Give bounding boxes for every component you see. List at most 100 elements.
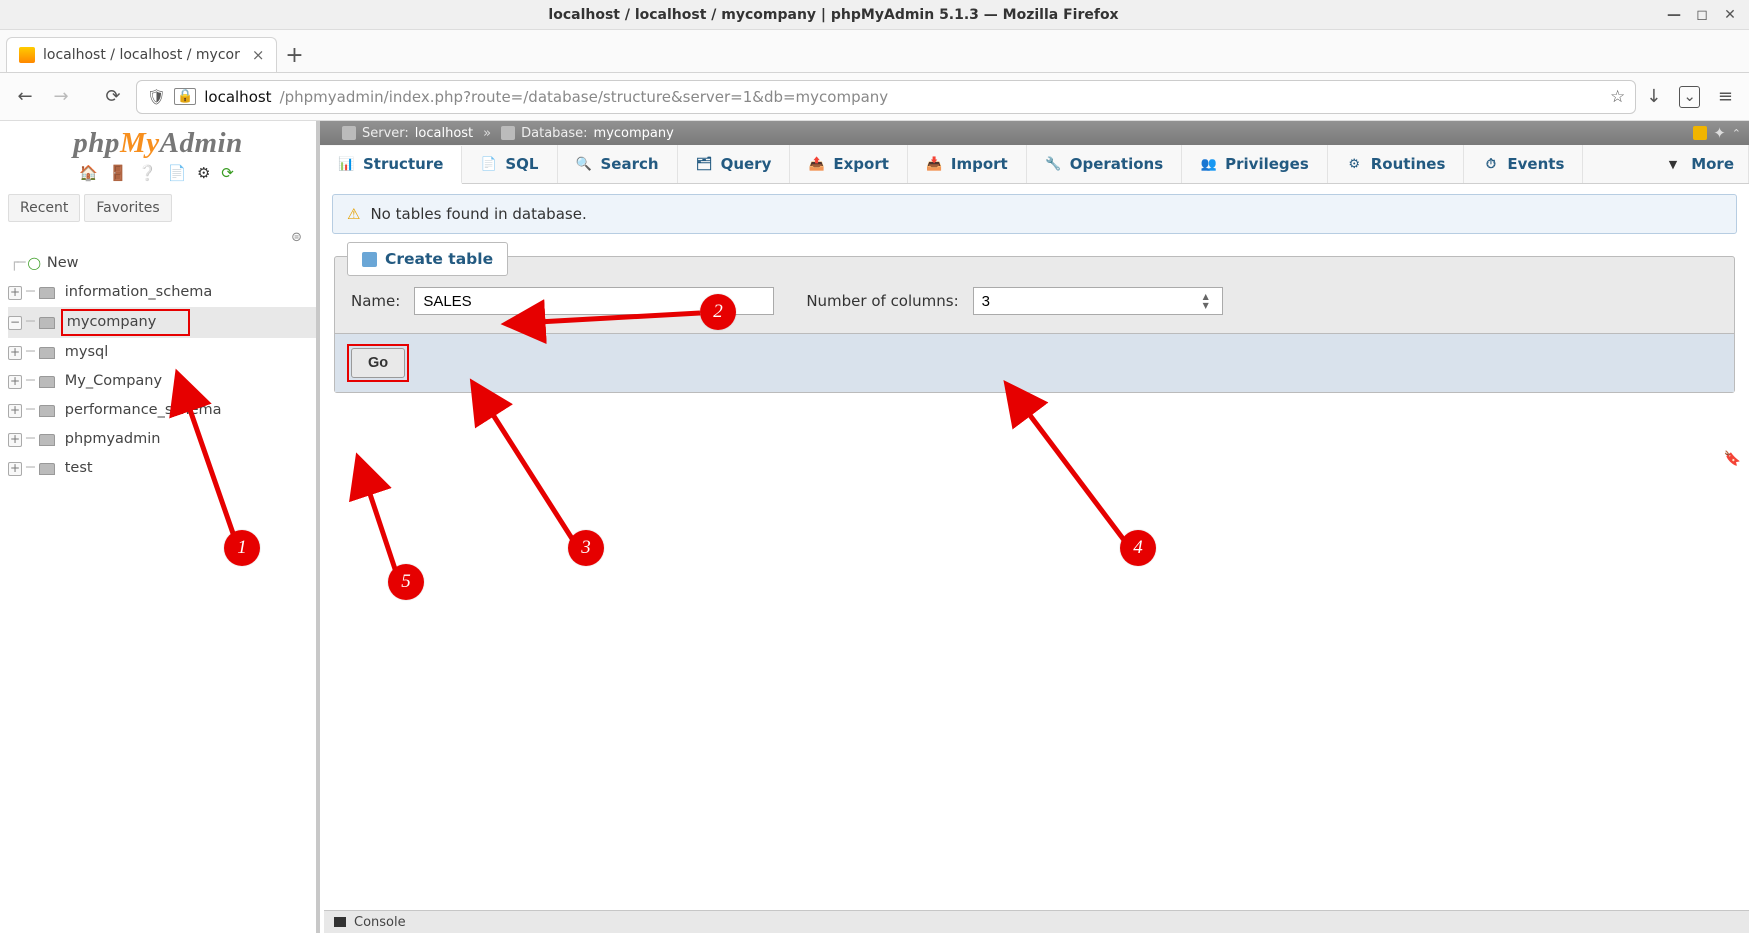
page-settings-icon[interactable]: ✦ xyxy=(1713,124,1726,142)
more-triangle-icon: ▼ xyxy=(1669,158,1677,171)
reload-nav-icon[interactable]: ⟳ xyxy=(221,164,237,182)
database-icon xyxy=(39,434,55,446)
go-button[interactable]: Go xyxy=(351,348,405,378)
browser-tab[interactable]: localhost / localhost / mycor × xyxy=(6,37,277,72)
os-titlebar: localhost / localhost / mycompany | phpM… xyxy=(0,0,1749,30)
expand-toggle[interactable]: + xyxy=(8,375,22,389)
tab-query[interactable]: 🗂Query xyxy=(678,145,791,183)
database-icon xyxy=(39,347,55,359)
lock-icon[interactable] xyxy=(1693,126,1707,140)
database-label: Database: xyxy=(521,126,587,141)
table-name-input[interactable] xyxy=(414,287,774,315)
console-icon xyxy=(334,917,346,927)
collapse-toggle[interactable]: − xyxy=(8,316,22,330)
collapse-tree-icon[interactable]: ⊜ xyxy=(0,226,316,247)
pma-console[interactable]: Console xyxy=(324,910,1749,933)
sql-icon[interactable]: 📄 xyxy=(168,164,190,182)
db-tree: ┌─ ◯ New + ─ information_schema − ─ myco… xyxy=(0,247,316,483)
columns-label: Number of columns: xyxy=(806,292,958,310)
database-icon xyxy=(39,405,55,417)
home-icon[interactable]: 🏠 xyxy=(79,164,101,182)
new-tab-button[interactable]: + xyxy=(277,38,311,72)
tree-db-test[interactable]: + ─ test xyxy=(8,454,316,483)
tab-more[interactable]: ▼More xyxy=(1655,145,1749,183)
tree-db-my_company[interactable]: + ─ My_Company xyxy=(8,367,316,396)
no-tables-notice: ⚠ No tables found in database. xyxy=(332,194,1737,234)
structure-icon: 📊 xyxy=(338,156,355,173)
database-link[interactable]: mycompany xyxy=(594,126,674,141)
tab-routines[interactable]: ⚙︎Routines xyxy=(1328,145,1465,183)
sql-tab-icon: 📄 xyxy=(480,156,497,173)
tree-db-mysql[interactable]: + ─ mysql xyxy=(8,338,316,367)
search-icon: 🔍 xyxy=(576,156,593,173)
tree-db-phpmyadmin[interactable]: + ─ phpmyadmin xyxy=(8,425,316,454)
query-icon: 🗂 xyxy=(696,156,713,173)
forward-button[interactable]: → xyxy=(48,84,74,110)
import-icon: 📥 xyxy=(926,156,943,173)
tab-sql[interactable]: 📄SQL xyxy=(462,145,557,183)
routines-icon: ⚙︎ xyxy=(1346,156,1363,173)
warning-icon: ⚠ xyxy=(347,205,360,223)
logout-icon[interactable]: 🚪 xyxy=(109,164,131,182)
new-db-label: New xyxy=(43,251,83,276)
pocket-icon[interactable]: ⌄ xyxy=(1679,86,1700,108)
bookmark-page-icon[interactable]: 🔖 xyxy=(1724,451,1741,467)
tab-events[interactable]: ⏱Events xyxy=(1464,145,1583,183)
expand-toggle[interactable]: + xyxy=(8,462,22,476)
back-button[interactable]: ← xyxy=(12,84,38,110)
go-button-highlight: Go xyxy=(347,344,409,382)
database-icon xyxy=(39,287,55,299)
tab-import[interactable]: 📥Import xyxy=(908,145,1027,183)
menu-icon[interactable]: ≡ xyxy=(1718,86,1733,107)
url-bar[interactable]: 🛡 🔒 localhost/phpmyadmin/index.php?route… xyxy=(136,80,1636,114)
pma-logo[interactable]: phpMyAdmin xyxy=(0,121,316,160)
privileges-icon: 👥 xyxy=(1200,156,1217,173)
create-table-legend: Create table xyxy=(347,242,508,276)
tree-db-mycompany[interactable]: − ─ mycompany xyxy=(8,307,316,338)
spinner-icon[interactable]: ▲▼ xyxy=(1203,291,1219,311)
tree-db-performance_schema[interactable]: + ─ performance_schema xyxy=(8,396,316,425)
notice-text: No tables found in database. xyxy=(370,205,586,223)
database-breadcrumb-icon xyxy=(501,126,515,140)
recent-tab[interactable]: Recent xyxy=(8,194,80,222)
tab-privileges[interactable]: 👥Privileges xyxy=(1182,145,1328,183)
expand-toggle[interactable]: + xyxy=(8,404,22,418)
expand-toggle[interactable]: + xyxy=(8,346,22,360)
tab-structure[interactable]: 📊Structure xyxy=(320,146,462,184)
tab-operations[interactable]: 🔧Operations xyxy=(1027,145,1182,183)
reload-button[interactable]: ⟳ xyxy=(100,84,126,110)
bookmark-star-icon[interactable]: ☆ xyxy=(1610,87,1625,107)
window-maximize-button[interactable]: ◻ xyxy=(1695,8,1709,22)
new-db-icon: ◯ xyxy=(27,252,40,275)
shield-icon: 🛡 xyxy=(147,88,166,106)
tab-search[interactable]: 🔍Search xyxy=(558,145,678,183)
browser-tabbar: localhost / localhost / mycor × + xyxy=(0,30,1749,73)
server-icon xyxy=(342,126,356,140)
columns-count-input[interactable] xyxy=(973,287,1223,315)
expand-toggle[interactable]: + xyxy=(8,286,22,300)
recent-favorites-tabs: Recent Favorites xyxy=(0,190,316,226)
phpmyadmin-favicon-icon xyxy=(19,47,35,63)
window-close-button[interactable]: ✕ xyxy=(1723,8,1737,22)
window-title: localhost / localhost / mycompany | phpM… xyxy=(0,7,1667,23)
console-label: Console xyxy=(354,915,406,930)
tab-close-button[interactable]: × xyxy=(252,46,265,64)
tab-export[interactable]: 📤Export xyxy=(790,145,908,183)
tree-db-information_schema[interactable]: + ─ information_schema xyxy=(8,278,316,307)
server-link[interactable]: localhost xyxy=(415,126,473,141)
expand-toggle[interactable]: + xyxy=(8,433,22,447)
database-icon xyxy=(39,317,55,329)
favorites-tab[interactable]: Favorites xyxy=(84,194,171,222)
create-table-icon xyxy=(362,252,377,267)
window-minimize-button[interactable]: — xyxy=(1667,8,1681,22)
tree-new[interactable]: ┌─ ◯ New xyxy=(8,249,316,278)
collapse-top-icon[interactable]: ⌃ xyxy=(1732,127,1741,140)
settings-icon[interactable]: ⚙ xyxy=(197,164,213,182)
server-label: Server: xyxy=(362,126,409,141)
lock-insecure-icon: 🔒 xyxy=(174,88,196,105)
downloads-icon[interactable]: ↓ xyxy=(1646,86,1661,107)
database-icon xyxy=(39,376,55,388)
docs-icon[interactable]: ❔ xyxy=(138,164,160,182)
export-icon: 📤 xyxy=(808,156,825,173)
url-host: localhost xyxy=(204,88,271,106)
